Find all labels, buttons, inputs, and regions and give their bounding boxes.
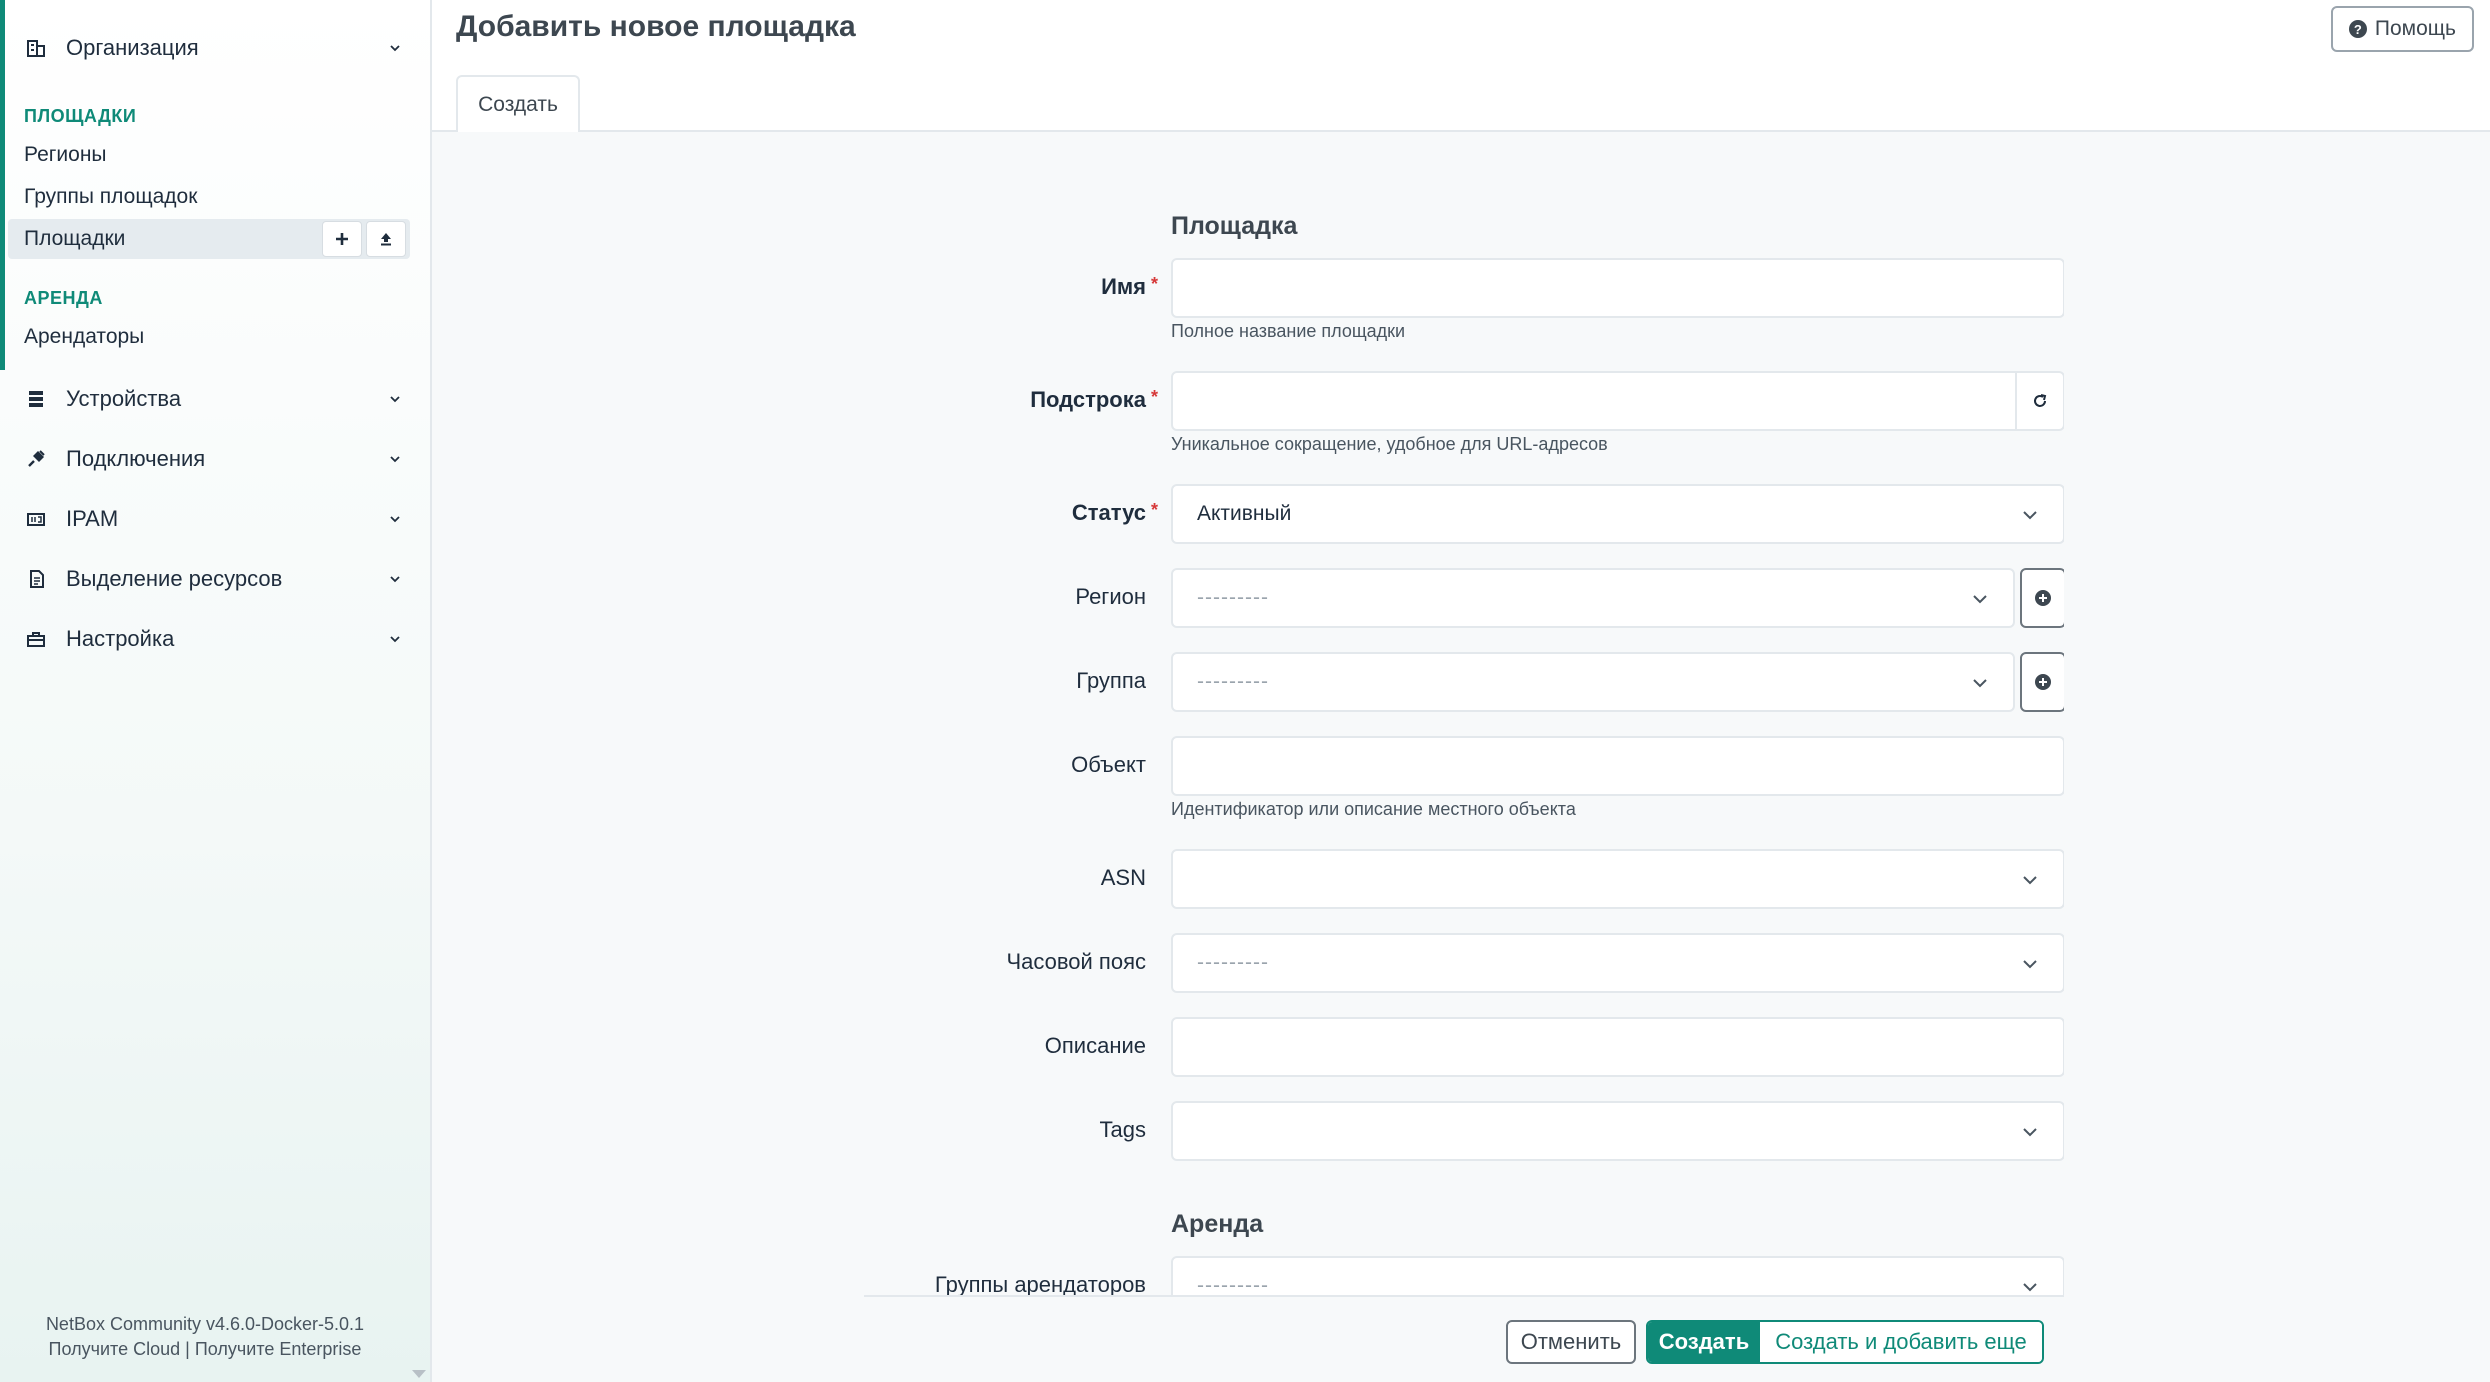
- chevron-down-icon: [2023, 1128, 2037, 1137]
- chevron-down-icon: [384, 388, 406, 410]
- file-document-icon: [24, 567, 48, 591]
- chevron-down-icon: [384, 628, 406, 650]
- tenant-group-select[interactable]: ---------: [1171, 1256, 2064, 1296]
- chevron-down-icon: [2023, 960, 2037, 969]
- sidebar-item-site-groups[interactable]: Группы площадок: [24, 185, 197, 209]
- name-label: Имя *: [1101, 274, 1158, 299]
- chevron-down-icon: [384, 508, 406, 530]
- help-button[interactable]: ? Помощь: [2330, 6, 2474, 52]
- import-sites-button[interactable]: [366, 221, 406, 257]
- plug-icon: [24, 447, 48, 471]
- sidebar: Организация ПЛОЩАДКИ Регионы Группы площ…: [0, 0, 432, 1382]
- building-icon: [24, 36, 48, 60]
- name-hint: Полное название площадки: [1171, 321, 1406, 341]
- fieldset-title-tenancy: Аренда: [1171, 1210, 1264, 1238]
- upload-icon: [381, 233, 391, 246]
- section-header-tenancy: АРЕНДА: [24, 288, 103, 308]
- status-select[interactable]: Активный: [1171, 484, 2064, 544]
- footer-separator: |: [185, 1339, 190, 1359]
- add-site-button[interactable]: [322, 221, 362, 257]
- nav-group-organization[interactable]: Организация: [24, 22, 406, 74]
- region-label: Регион: [1075, 584, 1146, 609]
- create-and-add-another-button[interactable]: Создать и добавить еще: [1760, 1322, 2042, 1362]
- sidebar-item-label: Площадки: [24, 227, 126, 250]
- help-label: Помощь: [2374, 17, 2456, 40]
- plus-circle-icon: [2035, 674, 2051, 690]
- tenant-group-label: Группы арендаторов: [934, 1272, 1146, 1296]
- description-field[interactable]: [1171, 1017, 2064, 1077]
- chevron-down-icon: [384, 568, 406, 590]
- cancel-button[interactable]: Отменить: [1506, 1320, 1636, 1364]
- nav-group-devices[interactable]: Устройства: [24, 373, 406, 425]
- group-label: Группа: [1076, 668, 1146, 693]
- footer-links: Получите Cloud | Получите Enterprise: [0, 1339, 410, 1360]
- add-group-button[interactable]: [2020, 652, 2064, 712]
- nav-group-label: Устройства: [66, 386, 182, 411]
- regenerate-slug-button[interactable]: [2015, 371, 2063, 431]
- nav-group-ipam[interactable]: IPAM: [24, 493, 406, 545]
- toolbox-icon: [24, 627, 48, 651]
- sidebar-item-sites[interactable]: Площадки: [8, 219, 410, 259]
- chevron-down-icon: [2023, 511, 2037, 520]
- chevron-down-icon: [2023, 876, 2037, 885]
- tags-select[interactable]: [1171, 1101, 2064, 1161]
- create-button[interactable]: Создать: [1648, 1322, 1760, 1362]
- site-form: Площадка Имя * Полное название площадки П…: [864, 132, 2064, 1296]
- nav-group-label: Настройка: [66, 626, 175, 651]
- slug-field[interactable]: [1171, 371, 2064, 431]
- facility-field[interactable]: [1171, 736, 2064, 796]
- plus-circle-icon: [2035, 590, 2051, 606]
- name-field[interactable]: [1171, 258, 2064, 318]
- timezone-select[interactable]: ---------: [1171, 933, 2064, 993]
- status-label: Статус *: [1071, 500, 1158, 525]
- refresh-icon: [2034, 394, 2047, 407]
- chevron-down-icon: [1973, 679, 1987, 688]
- slug-hint: Уникальное сокращение, удобное для URL-а…: [1171, 434, 1608, 454]
- footer-version: NetBox Community v4.6.0-Docker-5.0.1: [45, 1314, 365, 1334]
- menu-accent-bar: [0, 0, 5, 370]
- asn-label: ASN: [1100, 865, 1146, 890]
- create-button-group: Создать Создать и добавить еще: [1646, 1320, 2044, 1364]
- sidebar-item-tenants[interactable]: Арендаторы: [24, 325, 144, 349]
- slug-label: Подстрока *: [1030, 387, 1158, 412]
- server-icon: [24, 387, 48, 411]
- region-select[interactable]: ---------: [1171, 568, 2015, 628]
- chevron-down-icon: [384, 37, 406, 59]
- nav-group-label: Выделение ресурсов: [66, 566, 283, 591]
- nav-group-label: IPAM: [66, 506, 119, 531]
- asn-select[interactable]: [1171, 849, 2064, 909]
- tab-create[interactable]: Создать: [456, 75, 580, 132]
- get-enterprise-link[interactable]: Получите Enterprise: [195, 1339, 362, 1359]
- scroll-down-arrow-icon[interactable]: [412, 1370, 426, 1378]
- description-label: Описание: [1044, 1033, 1146, 1058]
- get-cloud-link[interactable]: Получите Cloud: [49, 1339, 181, 1359]
- chevron-down-icon: [1973, 595, 1987, 604]
- section-header-sites: ПЛОЩАДКИ: [24, 106, 137, 126]
- question-circle-icon: ?: [2348, 20, 2367, 38]
- nav-group-provisioning[interactable]: Выделение ресурсов: [24, 553, 406, 605]
- nav-group-label: Организация: [66, 35, 199, 60]
- fieldset-title-site: Площадка: [1171, 212, 1298, 240]
- tags-label: Tags: [1099, 1117, 1146, 1142]
- counter-icon: [24, 507, 48, 531]
- timezone-label: Часовой пояс: [1006, 949, 1146, 974]
- add-region-button[interactable]: [2020, 568, 2064, 628]
- chevron-down-icon: [384, 448, 406, 470]
- nav-group-connections[interactable]: Подключения: [24, 433, 406, 485]
- plus-icon: [336, 233, 348, 245]
- group-select[interactable]: ---------: [1171, 652, 2015, 712]
- nav-group-customization[interactable]: Настройка: [24, 613, 406, 665]
- page-title: Добавить новое площадка: [456, 10, 856, 43]
- sidebar-item-regions[interactable]: Регионы: [24, 143, 107, 167]
- chevron-down-icon: [2023, 1283, 2037, 1292]
- facility-label: Объект: [1071, 752, 1146, 777]
- form-scroll-divider: [864, 1295, 2064, 1297]
- facility-hint: Идентификатор или описание местного объе…: [1171, 799, 1576, 819]
- nav-group-label: Подключения: [66, 446, 206, 471]
